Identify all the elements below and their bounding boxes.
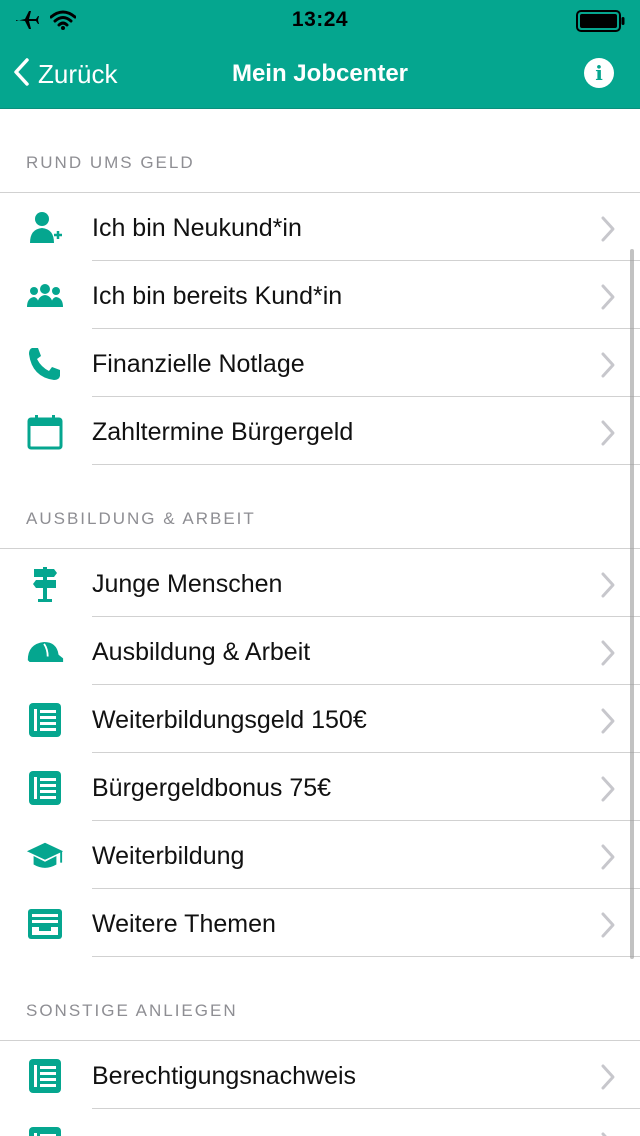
section-header: SONSTIGE ANLIEGEN [0, 957, 640, 1041]
list-item-berechtigungsnachweis[interactable]: Berechtigungsnachweis [0, 1041, 640, 1109]
tray-icon [26, 905, 64, 943]
document-list-icon [26, 1057, 64, 1095]
navigation-bar: Zurück Mein Jobcenter i [0, 40, 640, 109]
list-item-partial[interactable] [0, 1109, 640, 1136]
person-add-icon [26, 209, 64, 247]
list-item-label: Finanzielle Notlage [92, 350, 305, 378]
chevron-right-icon [600, 571, 616, 604]
phone-icon [26, 345, 64, 383]
scrollbar[interactable] [630, 249, 634, 959]
status-time: 13:24 [291, 8, 349, 31]
list-item-buergergeldbonus[interactable]: Bürgergeldbonus 75€ [0, 753, 640, 821]
list-item-weiterbildung[interactable]: Weiterbildung [0, 821, 640, 889]
graduation-cap-icon [26, 837, 64, 875]
chevron-right-icon [600, 351, 616, 384]
section-header: AUSBILDUNG & ARBEIT [0, 465, 640, 549]
document-list-icon [26, 1125, 64, 1136]
chevron-right-icon [600, 911, 616, 944]
chevron-right-icon [600, 283, 616, 316]
list-item-label: Weitere Themen [92, 910, 276, 938]
chevron-right-icon [600, 419, 616, 452]
battery-icon [576, 10, 626, 37]
info-icon: i [595, 61, 603, 85]
list-item-label: Weiterbildung [92, 842, 245, 870]
chevron-right-icon [600, 1131, 616, 1136]
list-item-label: Berechtigungsnachweis [92, 1062, 357, 1090]
hard-hat-icon [26, 633, 64, 671]
page-title: Mein Jobcenter [231, 60, 409, 87]
section-rund-ums-geld: RUND UMS GELD Ich bin Neukund*in Ich bin… [0, 109, 640, 465]
list-item-label: Ich bin Neukund*in [92, 214, 302, 242]
document-list-icon [26, 701, 64, 739]
list-item-zahltermine[interactable]: Zahltermine Bürgergeld [0, 397, 640, 465]
list-item-label: Ich bin bereits Kund*in [92, 282, 343, 310]
list-item-junge-menschen[interactable]: Junge Menschen [0, 549, 640, 617]
list-item-bereits-kunde[interactable]: Ich bin bereits Kund*in [0, 261, 640, 329]
info-button[interactable]: i [584, 58, 614, 88]
list-item-neukunde[interactable]: Ich bin Neukund*in [0, 193, 640, 261]
chevron-right-icon [600, 1063, 616, 1096]
list-item-ausbildung[interactable]: Ausbildung & Arbeit [0, 617, 640, 685]
chevron-right-icon [600, 775, 616, 808]
chevron-right-icon [600, 215, 616, 248]
document-list-icon [26, 769, 64, 807]
people-group-icon [26, 277, 64, 315]
list-item-label: Zahltermine Bürgergeld [92, 418, 354, 446]
list-item-weitere-themen[interactable]: Weitere Themen [0, 889, 640, 957]
section-ausbildung-arbeit: AUSBILDUNG & ARBEIT Junge Menschen Ausbi… [0, 465, 640, 957]
calendar-icon [26, 413, 64, 451]
main-list[interactable]: RUND UMS GELD Ich bin Neukund*in Ich bin… [0, 109, 640, 1136]
list-item-weiterbildungsgeld[interactable]: Weiterbildungsgeld 150€ [0, 685, 640, 753]
section-sonstige-anliegen: SONSTIGE ANLIEGEN Berechtigungsnachweis [0, 957, 640, 1136]
list-item-label: Ausbildung & Arbeit [92, 638, 311, 666]
signpost-icon [26, 565, 64, 603]
chevron-right-icon [600, 707, 616, 740]
list-item-label: Weiterbildungsgeld 150€ [92, 706, 367, 734]
chevron-right-icon [600, 639, 616, 672]
status-bar: 13:24 [0, 0, 640, 40]
section-header: RUND UMS GELD [0, 109, 640, 193]
chevron-right-icon [600, 843, 616, 876]
list-item-label: Junge Menschen [92, 570, 283, 598]
list-item-notlage[interactable]: Finanzielle Notlage [0, 329, 640, 397]
list-item-label: Bürgergeldbonus 75€ [92, 774, 332, 802]
